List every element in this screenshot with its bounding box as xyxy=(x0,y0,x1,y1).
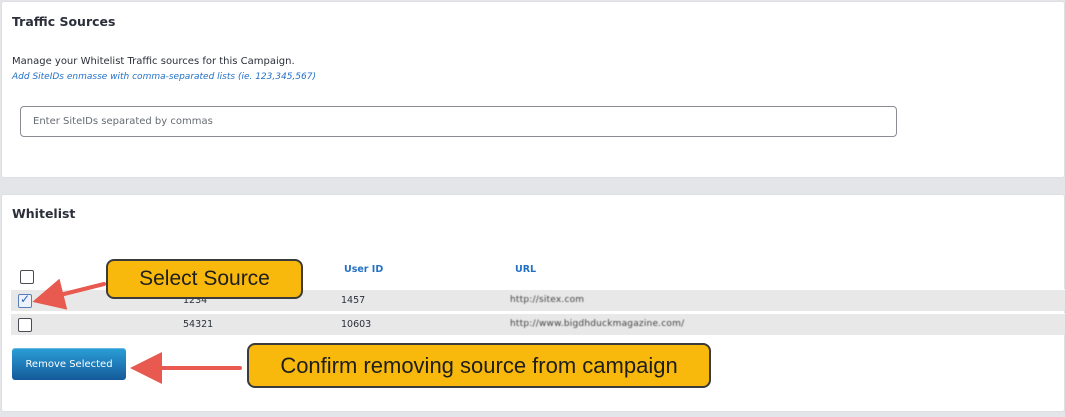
select-source-callout: Select Source xyxy=(106,259,303,299)
confirm-remove-callout: Confirm removing source from campaign xyxy=(247,343,711,388)
arrow-icon xyxy=(32,278,106,310)
